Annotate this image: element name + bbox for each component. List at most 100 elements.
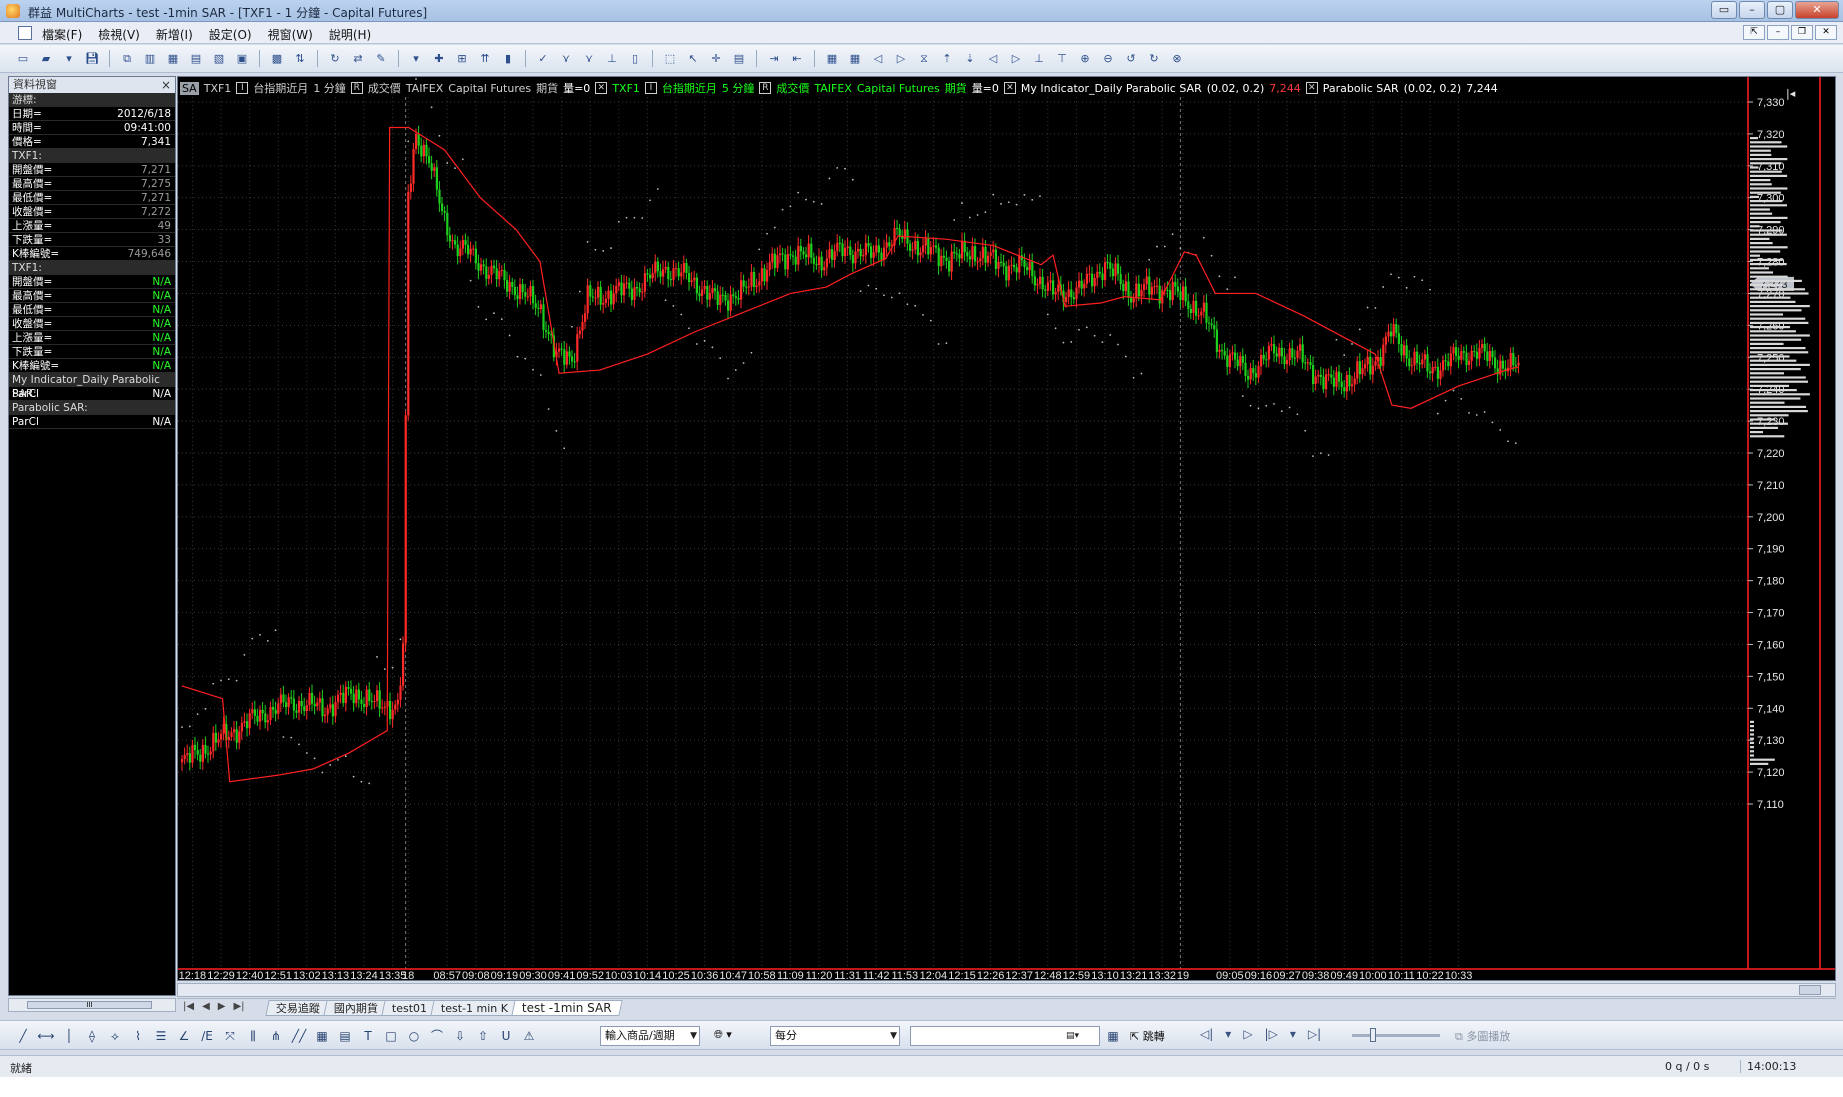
candle-body[interactable]: [1013, 264, 1016, 268]
candle-icon[interactable]: ▮: [499, 50, 517, 67]
candle-body[interactable]: [758, 281, 761, 286]
candle-body[interactable]: [448, 235, 451, 242]
workspace-tab[interactable]: 交易追蹤: [265, 1000, 331, 1016]
candle-body[interactable]: [1410, 365, 1413, 367]
candle-body[interactable]: [199, 754, 202, 762]
refresh-icon[interactable]: ↻: [326, 50, 344, 67]
candle-body[interactable]: [989, 252, 992, 256]
strategy-icon[interactable]: ⊥: [603, 50, 621, 67]
candle-body[interactable]: [706, 285, 709, 300]
candle-body[interactable]: [1109, 262, 1112, 269]
candle-body[interactable]: [214, 732, 217, 743]
candle-body[interactable]: [1416, 351, 1419, 363]
candle-body[interactable]: [955, 253, 958, 255]
candle-body[interactable]: [1452, 347, 1455, 354]
candle-body[interactable]: [324, 714, 327, 717]
candle-body[interactable]: [1127, 281, 1130, 298]
candle-body[interactable]: [472, 248, 475, 250]
candle-body[interactable]: [633, 286, 636, 300]
candle-body[interactable]: [636, 286, 639, 289]
candle-body[interactable]: [914, 240, 917, 250]
tab-nav-button[interactable]: ▶|: [233, 1001, 244, 1012]
candle-body[interactable]: [1338, 371, 1341, 382]
candle-body[interactable]: [420, 145, 423, 157]
candle-body[interactable]: [690, 280, 693, 282]
candle-body[interactable]: [389, 701, 392, 720]
multi-chart-playback[interactable]: ⧉ 多圖播放: [1455, 1028, 1510, 1044]
candle-body[interactable]: [474, 248, 477, 264]
candle-body[interactable]: [607, 290, 610, 299]
align-left-icon[interactable]: ⇤: [788, 50, 806, 67]
candle-body[interactable]: [573, 361, 576, 363]
candle-body[interactable]: [183, 754, 186, 760]
candle-body[interactable]: [971, 246, 974, 260]
candle-body[interactable]: [438, 189, 441, 204]
candle-body[interactable]: [1197, 315, 1200, 317]
candle-body[interactable]: [513, 286, 516, 296]
candle-body[interactable]: [490, 265, 493, 276]
candle-body[interactable]: [1348, 374, 1351, 387]
magnet-icon[interactable]: U: [497, 1027, 515, 1045]
candle-body[interactable]: [1028, 261, 1031, 271]
calc-icon[interactable]: ▦: [1104, 1027, 1122, 1045]
candle-body[interactable]: [305, 705, 308, 712]
candle-body[interactable]: [274, 709, 277, 714]
dropdown-icon[interactable]: ▾: [1290, 1027, 1296, 1041]
candle-body[interactable]: [997, 261, 1000, 269]
candle-body[interactable]: [1353, 378, 1356, 385]
mdi-float-button[interactable]: ⇱: [1743, 25, 1765, 40]
candle-body[interactable]: [1039, 276, 1042, 285]
candle-body[interactable]: [859, 248, 862, 257]
candle-body[interactable]: [1169, 290, 1172, 301]
candle-body[interactable]: [1140, 289, 1143, 297]
candle-body[interactable]: [425, 144, 428, 157]
arc-icon[interactable]: ⌒: [428, 1027, 446, 1045]
candle-body[interactable]: [656, 261, 659, 272]
candle-body[interactable]: [1205, 302, 1208, 323]
document-icon[interactable]: [18, 26, 32, 40]
dom-icon[interactable]: ▤: [187, 50, 205, 67]
candle-body[interactable]: [1327, 374, 1330, 376]
candle-body[interactable]: [526, 296, 529, 298]
dropdown-icon[interactable]: ▾: [407, 50, 425, 67]
candle-body[interactable]: [1106, 262, 1109, 264]
candle-body[interactable]: [498, 270, 501, 280]
candle-body[interactable]: [188, 753, 191, 763]
candle-body[interactable]: [628, 282, 631, 289]
candle-body[interactable]: [233, 729, 236, 733]
jump-button[interactable]: ⇱ 跳轉: [1130, 1028, 1165, 1044]
candle-body[interactable]: [1153, 286, 1156, 288]
candle-body[interactable]: [727, 300, 730, 311]
candle-body[interactable]: [261, 709, 264, 714]
candle-body[interactable]: [854, 251, 857, 264]
candle-body[interactable]: [1231, 352, 1234, 355]
candle-body[interactable]: [441, 203, 444, 212]
candle-body[interactable]: [849, 246, 852, 256]
candle-body[interactable]: [1257, 366, 1260, 378]
candle-body[interactable]: [1517, 362, 1520, 366]
pitchfork-icon[interactable]: ⋔: [267, 1027, 285, 1045]
candle-body[interactable]: [461, 240, 464, 249]
tab-nav-button[interactable]: ◀: [202, 1001, 210, 1012]
candle-body[interactable]: [870, 246, 873, 258]
candle-body[interactable]: [1278, 347, 1281, 357]
candle-body[interactable]: [443, 211, 446, 213]
candle-body[interactable]: [1426, 354, 1429, 372]
candle-body[interactable]: [1044, 289, 1047, 291]
candle-body[interactable]: [407, 191, 410, 416]
candle-body[interactable]: [1182, 286, 1185, 301]
candle-body[interactable]: [784, 254, 787, 270]
tab-nav-button[interactable]: |◀: [183, 1001, 194, 1012]
candle-body[interactable]: [1049, 280, 1052, 283]
candle-body[interactable]: [1130, 297, 1133, 303]
candle-body[interactable]: [1343, 387, 1346, 392]
sort-icon[interactable]: ⇅: [291, 50, 309, 67]
candle-body[interactable]: [485, 266, 488, 279]
candle-body[interactable]: [1509, 352, 1512, 368]
sa-badge[interactable]: SA: [180, 81, 199, 95]
dropdown-icon[interactable]: ▾: [1225, 1027, 1231, 1041]
workspace-tab[interactable]: 國內期貨: [323, 1000, 389, 1016]
candle-body[interactable]: [376, 690, 379, 702]
candle-body[interactable]: [1192, 300, 1195, 314]
candle-body[interactable]: [682, 263, 685, 273]
